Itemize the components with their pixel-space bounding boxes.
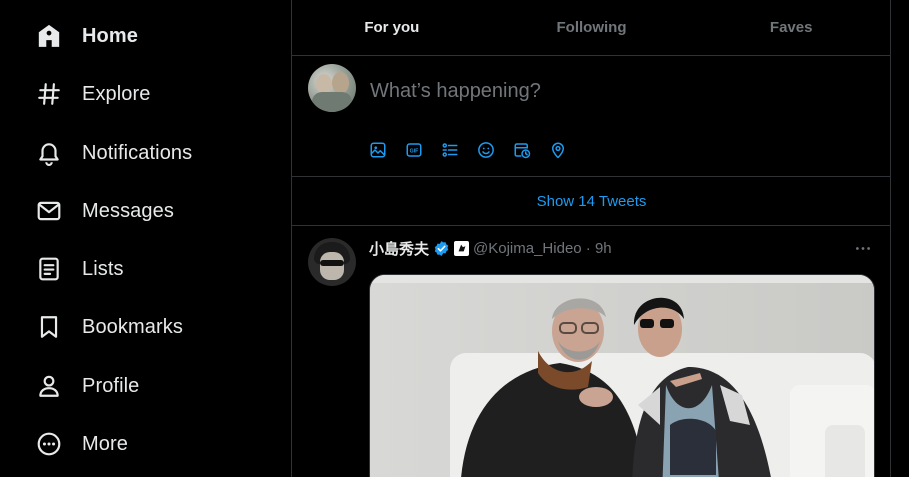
image-icon[interactable]: [369, 140, 405, 160]
poll-icon[interactable]: [441, 140, 477, 160]
home-icon: [27, 14, 71, 58]
tweet-header: 小島秀夫 @Kojima_Hideo · 9h: [369, 238, 612, 258]
photo-two-men-on-sofa: [370, 275, 874, 477]
svg-text:GIF: GIF: [410, 148, 420, 154]
sidebar-item-label: Explore: [82, 82, 151, 105]
composer-input[interactable]: What’s happening?: [370, 80, 541, 103]
affiliate-badge-icon[interactable]: [454, 240, 470, 256]
bell-icon: [27, 131, 71, 175]
timeline-tabs: For you Following Faves: [292, 0, 890, 56]
sidebar-item-profile[interactable]: Profile: [27, 362, 267, 410]
show-new-tweets-button[interactable]: Show 14 Tweets: [292, 177, 890, 226]
sidebar-item-label: More: [82, 432, 128, 455]
sidebar-item-label: Lists: [82, 257, 124, 280]
tweet-composer: What’s happening? GIF: [292, 56, 890, 177]
emoji-icon[interactable]: [477, 140, 513, 160]
sidebar-item-label: Notifications: [82, 141, 193, 164]
sidebar-item-more[interactable]: More: [27, 420, 267, 468]
tweet-media-photo[interactable]: [369, 274, 875, 477]
tweet-handle-time[interactable]: @Kojima_Hideo · 9h: [473, 240, 612, 257]
person-icon: [27, 364, 71, 408]
sidebar-item-home[interactable]: Home: [27, 12, 267, 60]
verified-badge-icon: [434, 240, 449, 256]
more-circle-icon: [27, 422, 71, 466]
tab-faves[interactable]: Faves: [691, 0, 890, 55]
envelope-icon: [27, 189, 71, 233]
sidebar-item-explore[interactable]: Explore: [27, 70, 267, 118]
tab-following[interactable]: Following: [492, 0, 692, 55]
sidebar-item-label: Home: [82, 24, 138, 47]
sidebar-item-lists[interactable]: Lists: [27, 245, 267, 293]
bookmark-icon: [27, 305, 71, 349]
gif-icon[interactable]: GIF: [405, 140, 441, 160]
sidebar-item-label: Bookmarks: [82, 315, 183, 338]
sidebar-item-messages[interactable]: Messages: [27, 187, 267, 235]
composer-avatar[interactable]: [308, 64, 356, 112]
sidebar-item-notifications[interactable]: Notifications: [27, 129, 267, 177]
schedule-icon[interactable]: [513, 140, 549, 160]
sidebar-nav: Home Explore Notifications Messages List: [0, 0, 291, 477]
list-icon: [27, 247, 71, 291]
tweet-author-avatar[interactable]: [308, 238, 356, 286]
more-options-icon[interactable]: [853, 240, 873, 256]
tweet-author-name[interactable]: 小島秀夫: [369, 238, 429, 259]
hashtag-icon: [27, 72, 71, 116]
sidebar-item-bookmarks[interactable]: Bookmarks: [27, 303, 267, 351]
tab-for-you[interactable]: For you: [292, 0, 492, 55]
tweet-card[interactable]: 小島秀夫 @Kojima_Hideo · 9h: [292, 226, 890, 477]
app-root: Home Explore Notifications Messages List: [0, 0, 909, 477]
composer-toolbar: GIF: [369, 140, 585, 160]
sidebar-item-label: Profile: [82, 374, 140, 397]
location-icon[interactable]: [549, 140, 585, 160]
sidebar-item-label: Messages: [82, 199, 174, 222]
timeline-column: For you Following Faves What’s happening…: [291, 0, 891, 477]
